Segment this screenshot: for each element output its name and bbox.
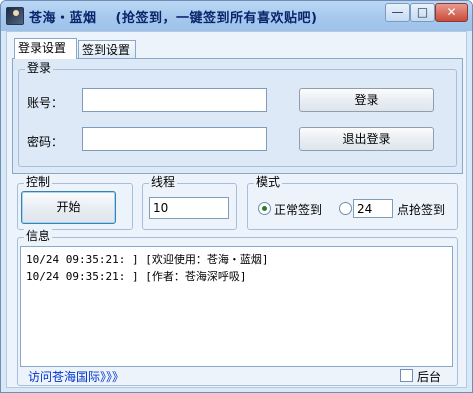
title-bar[interactable]: 苍海・蓝烟 (抢签到，一键签到所有喜欢贴吧) — □ ✕ — [1, 1, 472, 31]
minimize-button[interactable]: — — [385, 3, 410, 22]
logout-button[interactable]: 退出登录 — [299, 127, 434, 151]
app-window: 苍海・蓝烟 (抢签到，一键签到所有喜欢贴吧) — □ ✕ 登录设置 签到设置 登… — [0, 0, 473, 393]
mode-group-legend: 模式 — [254, 175, 283, 190]
background-checkbox[interactable] — [400, 369, 413, 382]
start-button[interactable]: 开始 — [21, 191, 116, 224]
window-title-name: 苍海・蓝烟 — [29, 11, 97, 26]
control-group-legend: 控制 — [24, 175, 53, 190]
window-title: 苍海・蓝烟 (抢签到，一键签到所有喜欢贴吧) — [29, 7, 317, 26]
close-button[interactable]: ✕ — [435, 3, 468, 22]
login-tab-panel: 登录 账号： 登录 密码： 退出登录 — [12, 58, 463, 174]
timed-hour-input[interactable] — [353, 199, 393, 218]
login-button[interactable]: 登录 — [299, 88, 434, 112]
password-label: 密码： — [27, 135, 64, 149]
threads-input[interactable] — [149, 197, 229, 219]
password-input[interactable] — [82, 127, 267, 151]
tab-sign-settings-label: 签到设置 — [82, 43, 131, 57]
login-group-legend: 登录 — [25, 61, 54, 76]
log-line: 10/24 09:35:21: ] [欢迎使用：苍海・蓝烟] — [26, 253, 269, 266]
threads-group-legend: 线程 — [149, 175, 178, 190]
account-input[interactable] — [82, 88, 267, 112]
normal-sign-radio[interactable] — [258, 202, 271, 215]
tab-sign-settings[interactable]: 签到设置 — [78, 40, 136, 59]
tab-login-settings-label: 登录设置 — [18, 41, 67, 55]
timed-sign-radio[interactable] — [339, 202, 352, 215]
maximize-button[interactable]: □ — [410, 3, 435, 22]
control-group: 控制 开始 — [17, 175, 133, 230]
normal-sign-label[interactable]: 正常签到 — [274, 201, 322, 218]
threads-group: 线程 — [142, 175, 237, 230]
tab-login-settings[interactable]: 登录设置 — [14, 38, 77, 59]
account-label: 账号： — [27, 96, 64, 110]
background-label[interactable]: 后台 — [417, 368, 441, 385]
visit-link[interactable]: 访问苍海国际》》》 — [28, 368, 124, 385]
mode-group: 模式 正常签到 点抢签到 — [247, 175, 458, 230]
log-line: 10/24 09:35:21: ] [作者：苍海深呼吸] — [26, 270, 247, 283]
app-icon — [6, 7, 24, 25]
minimize-icon: — — [391, 5, 404, 19]
timed-sign-label[interactable]: 点抢签到 — [397, 201, 445, 218]
client-area: 登录设置 签到设置 登录 账号： 登录 密码： 退出登录 控制 开始 线程 10… — [6, 31, 467, 388]
info-group-legend: 信息 — [24, 229, 53, 244]
log-textarea[interactable]: 10/24 09:35:21: ] [欢迎使用：苍海・蓝烟] 10/24 09:… — [20, 246, 453, 367]
login-group: 登录 账号： 登录 密码： 退出登录 — [18, 61, 457, 167]
maximize-icon: □ — [416, 5, 429, 19]
close-icon: ✕ — [446, 5, 457, 19]
window-title-subtitle: (抢签到，一键签到所有喜欢贴吧) — [115, 11, 318, 26]
